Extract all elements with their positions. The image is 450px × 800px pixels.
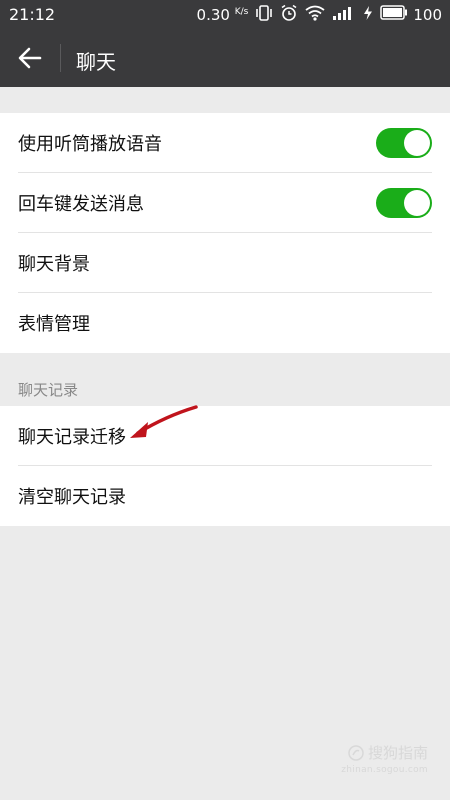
setting-row-earpiece-voice[interactable]: 使用听筒播放语音 [0, 113, 450, 173]
status-bar: 21:12 0.30 K/s 100 [0, 0, 450, 29]
chat-settings-group: 使用听筒播放语音 回车键发送消息 聊天背景 表情管理 [0, 113, 450, 353]
earpiece-voice-toggle[interactable] [376, 128, 432, 158]
app-header: 聊天 [0, 29, 450, 87]
setting-label: 聊天记录迁移 [18, 427, 126, 448]
annotation-arrow-icon [130, 405, 198, 438]
toggle-knob [404, 190, 430, 216]
battery-icon [380, 5, 408, 24]
setting-row-migrate-chat-history[interactable]: 聊天记录迁移 [0, 406, 450, 466]
setting-label: 使用听筒播放语音 [18, 134, 162, 155]
status-indicators: 0.30 K/s 100 [197, 4, 442, 25]
setting-label: 表情管理 [18, 314, 90, 335]
watermark: 搜狗指南 zhinan.sogou.com [341, 742, 428, 775]
setting-row-enter-to-send[interactable]: 回车键发送消息 [0, 173, 450, 233]
setting-row-chat-background[interactable]: 聊天背景 [0, 233, 450, 293]
watermark-logo-icon [348, 744, 364, 761]
watermark-main: 搜狗指南 [341, 742, 428, 763]
wifi-icon [305, 5, 325, 25]
section-title-chat-history: 聊天记录 [18, 381, 79, 399]
screen: 21:12 0.30 K/s 100 聊天 使用听筒播放语音 回车键发送消息 聊… [0, 0, 450, 800]
vibrate-icon [255, 4, 273, 25]
charging-icon [363, 5, 373, 25]
setting-label: 清空聊天记录 [18, 487, 126, 508]
enter-to-send-toggle[interactable] [376, 188, 432, 218]
setting-label: 聊天背景 [18, 254, 90, 275]
network-speed-value: 0.30 [196, 5, 230, 24]
chat-history-group: 聊天记录迁移 清空聊天记录 [0, 406, 450, 526]
status-time: 21:12 [9, 5, 56, 24]
battery-level: 100 [413, 5, 442, 24]
header-divider [60, 44, 61, 72]
setting-label: 回车键发送消息 [18, 194, 144, 215]
signal-icon [332, 5, 356, 25]
network-speed: 0.30 K/s [197, 6, 249, 24]
watermark-url: zhinan.sogou.com [341, 765, 428, 775]
toggle-knob [404, 130, 430, 156]
back-button[interactable] [10, 39, 50, 77]
setting-row-clear-chat-history[interactable]: 清空聊天记录 [0, 466, 450, 526]
back-arrow-icon [18, 47, 42, 69]
page-title: 聊天 [76, 50, 116, 74]
alarm-icon [280, 4, 298, 26]
network-speed-unit: K/s [234, 6, 249, 17]
watermark-text: 搜狗指南 [367, 744, 428, 762]
setting-row-sticker-management[interactable]: 表情管理 [0, 293, 450, 353]
